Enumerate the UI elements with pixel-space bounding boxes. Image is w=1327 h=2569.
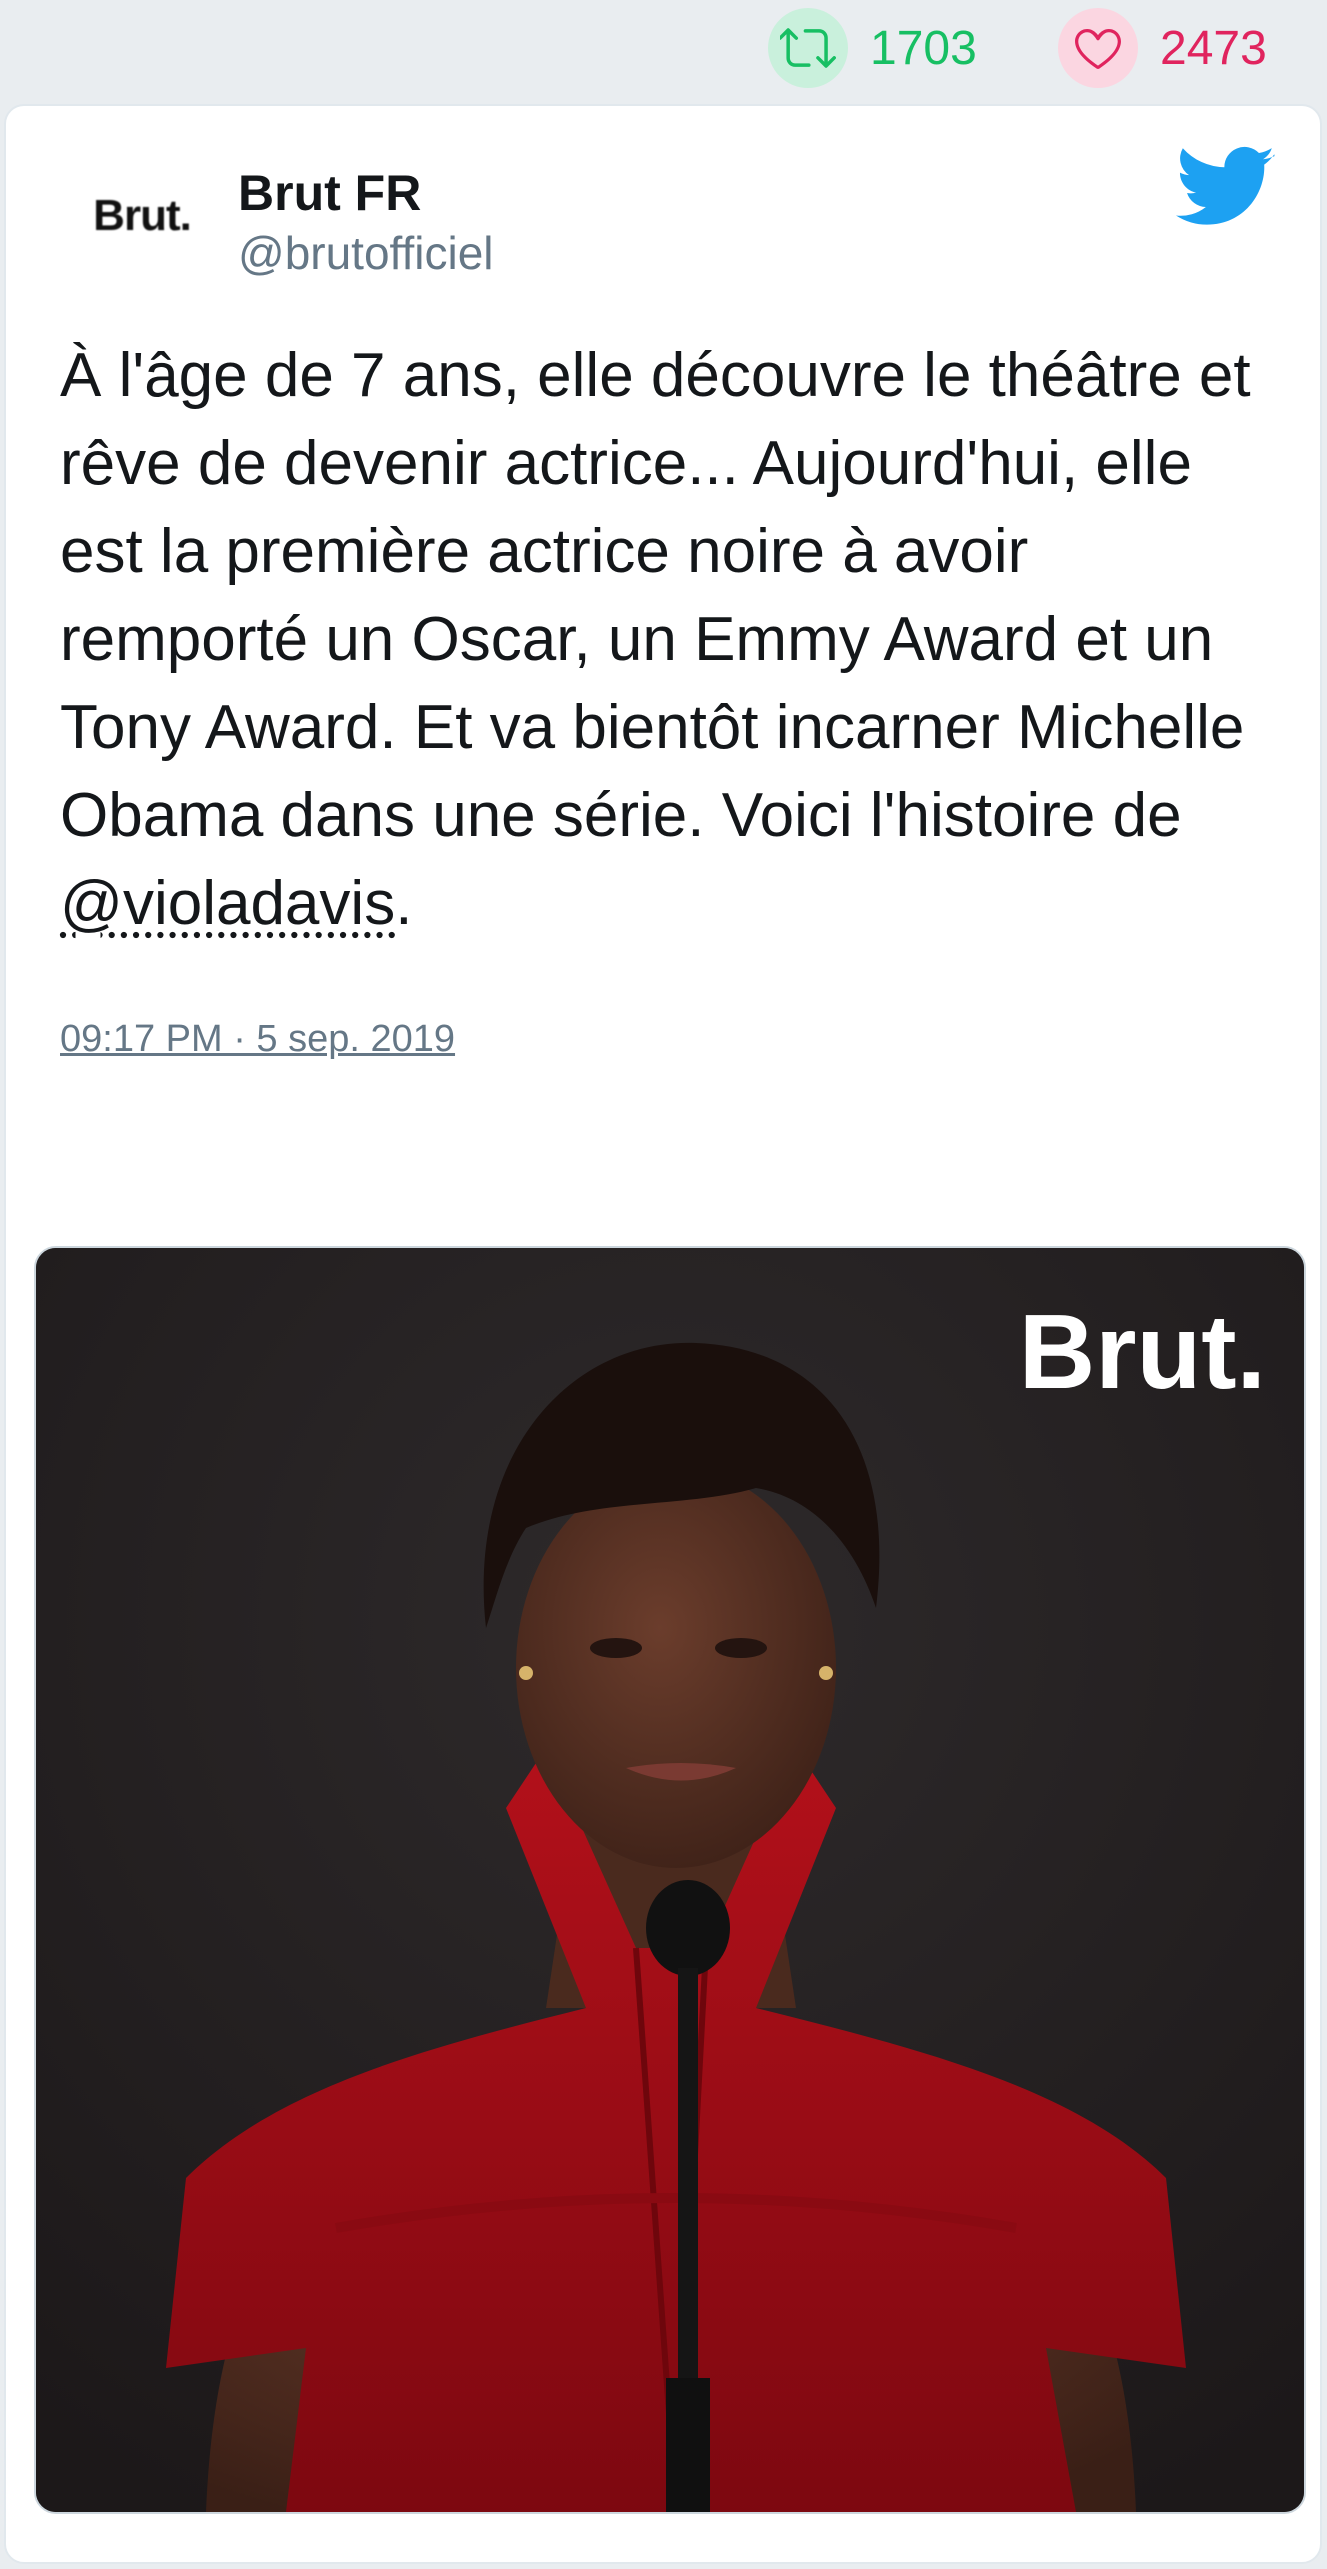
retweet-count: 1703 xyxy=(870,21,977,75)
twitter-bird-icon[interactable] xyxy=(1176,146,1276,230)
author-handle[interactable]: @brutofficiel xyxy=(238,226,494,280)
avatar[interactable]: Brut. xyxy=(62,166,222,266)
tweet-card: Brut. Brut FR @brutofficiel À l'âge de 7… xyxy=(4,104,1322,2564)
mention-link[interactable]: @violadavis xyxy=(60,869,395,938)
media-illustration: Brut. xyxy=(36,1248,1304,2512)
retweet-icon[interactable] xyxy=(768,8,848,88)
tweet-media[interactable]: Brut. xyxy=(34,1246,1306,2514)
like-count: 2473 xyxy=(1160,21,1267,75)
media-watermark: Brut. xyxy=(1019,1293,1266,1411)
tweet-body-end: . xyxy=(395,869,413,938)
author-name[interactable]: Brut FR xyxy=(238,164,421,222)
heart-icon[interactable] xyxy=(1058,8,1138,88)
like-stat[interactable]: 2473 xyxy=(1058,8,1267,88)
tweet-timestamp[interactable]: 09:17 PM · 5 sep. 2019 xyxy=(60,1018,455,1061)
tweet-body: À l'âge de 7 ans, elle découvre le théât… xyxy=(60,341,1251,850)
retweet-stat[interactable]: 1703 xyxy=(768,8,977,88)
engagement-bar: 1703 2473 xyxy=(0,0,1327,100)
tweet-text: À l'âge de 7 ans, elle découvre le théât… xyxy=(60,332,1290,948)
